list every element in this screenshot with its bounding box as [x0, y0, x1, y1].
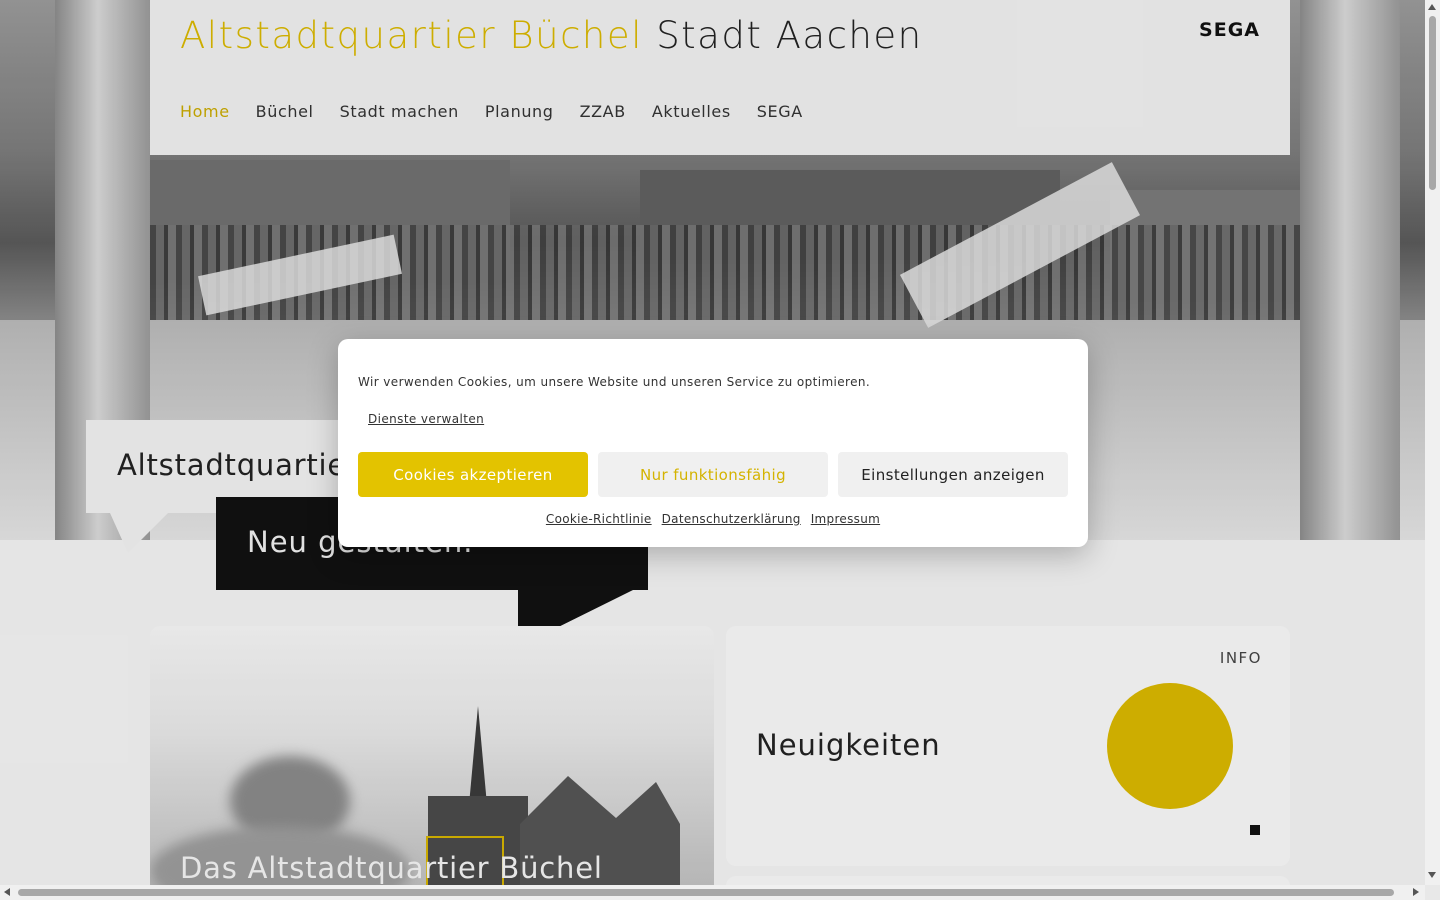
- page: Altstadtquartier Büchel Stadt Aachen SEG…: [0, 0, 1425, 885]
- cookie-consent-dialog: Wir verwenden Cookies, um unsere Website…: [338, 339, 1088, 547]
- cookie-links: Cookie-Richtlinie Datenschutzerklärung I…: [338, 512, 1088, 526]
- imprint-link[interactable]: Impressum: [811, 512, 880, 526]
- cookie-policy-link[interactable]: Cookie-Richtlinie: [546, 512, 652, 526]
- scroll-left-icon[interactable]: [4, 888, 10, 896]
- horizontal-scrollbar[interactable]: [0, 885, 1425, 900]
- vertical-scroll-thumb[interactable]: [1429, 16, 1436, 190]
- scroll-down-icon[interactable]: [1428, 872, 1436, 878]
- accept-cookies-button[interactable]: Cookies akzeptieren: [358, 452, 588, 497]
- manage-services-link[interactable]: Dienste verwalten: [368, 412, 484, 426]
- horizontal-scroll-thumb[interactable]: [18, 889, 1394, 896]
- cookie-message: Wir verwenden Cookies, um unsere Website…: [358, 375, 871, 389]
- scrollbar-corner: [1425, 885, 1440, 900]
- show-settings-button[interactable]: Einstellungen anzeigen: [838, 452, 1068, 497]
- scroll-right-icon[interactable]: [1413, 888, 1419, 896]
- vertical-scrollbar[interactable]: [1425, 0, 1440, 885]
- scroll-up-icon[interactable]: [1428, 4, 1436, 10]
- functional-only-button[interactable]: Nur funktionsfähig: [598, 452, 828, 497]
- privacy-policy-link[interactable]: Datenschutzerklärung: [662, 512, 801, 526]
